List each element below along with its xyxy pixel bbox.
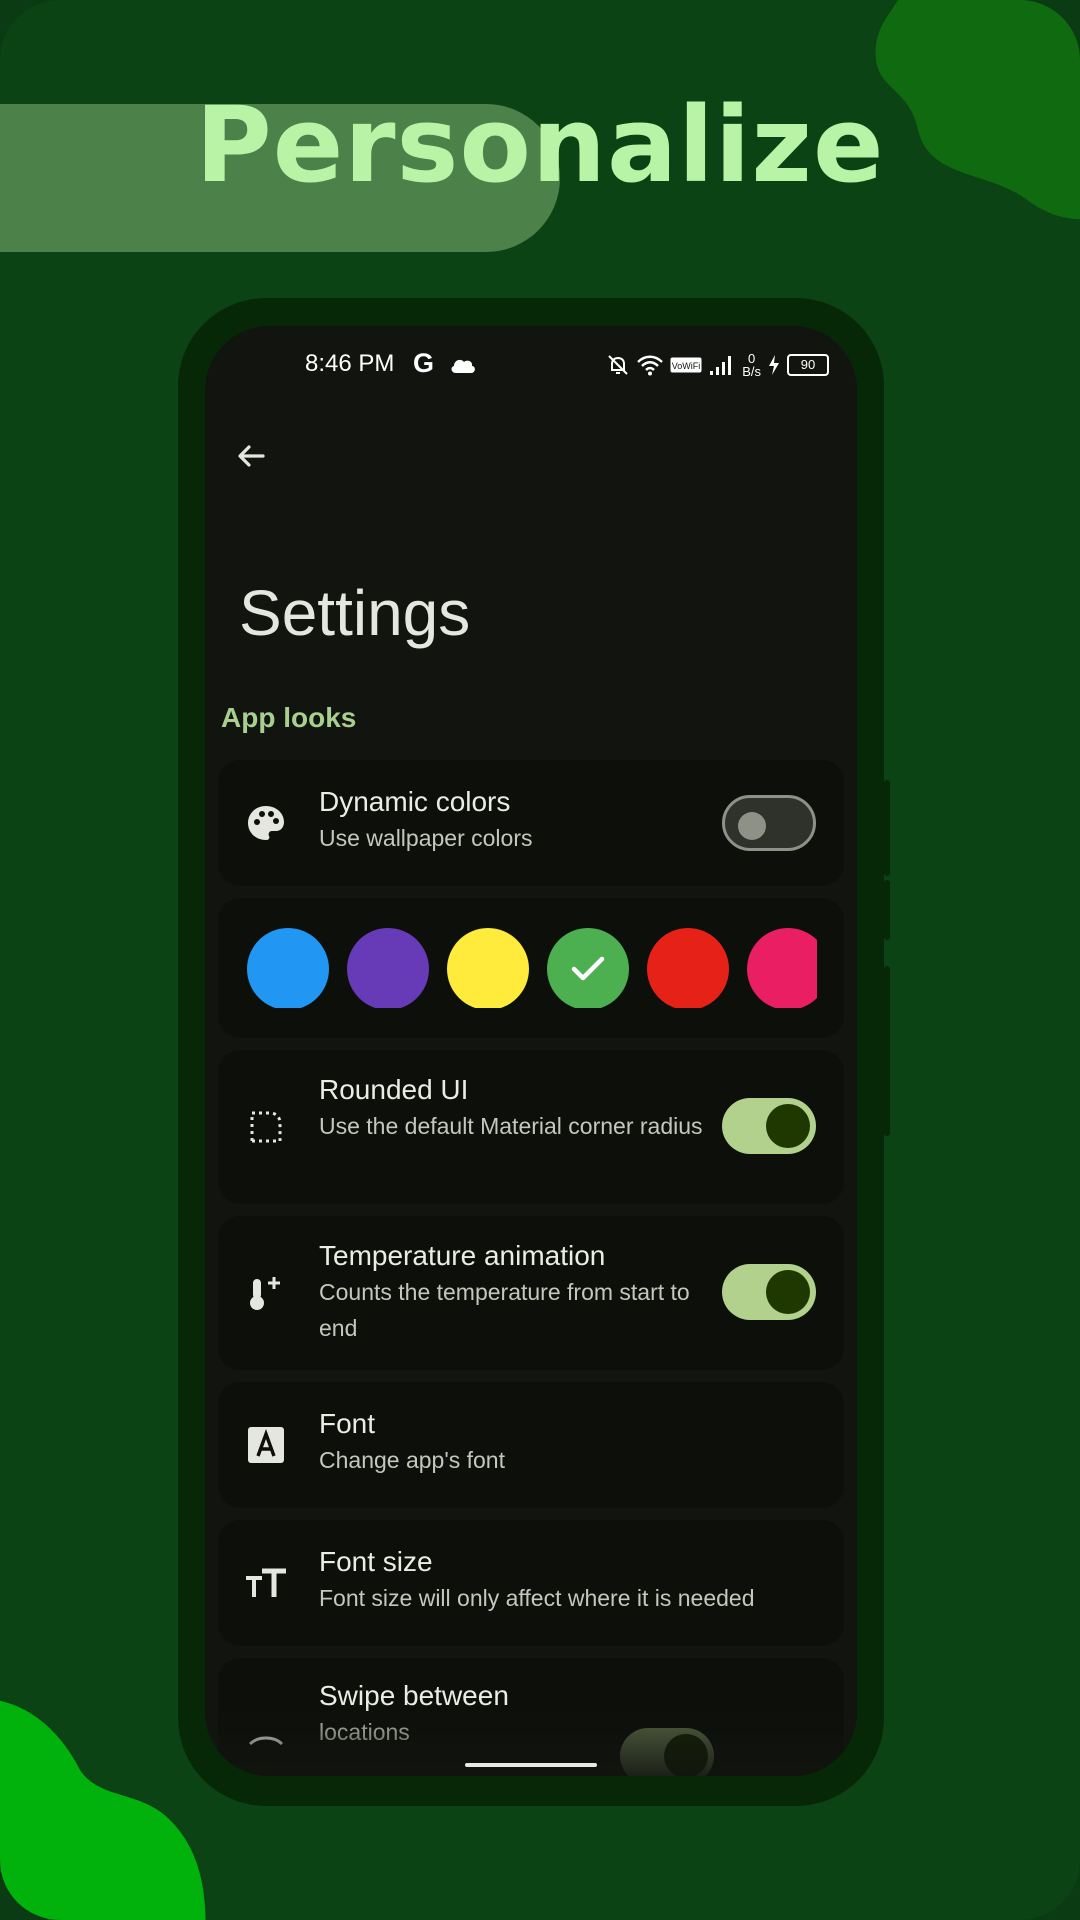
setting-subtitle: Use the default Material corner radius	[319, 1113, 703, 1139]
setting-subtitle: Counts the temperature from start to end	[319, 1279, 690, 1341]
color-swatch-yellow[interactable]	[447, 928, 529, 1008]
phone-side-button	[884, 880, 890, 940]
setting-text: Rounded UI Use the default Material corn…	[319, 1072, 714, 1144]
bell-off-icon	[608, 355, 628, 375]
setting-text: Temperature animation Counts the tempera…	[319, 1238, 714, 1346]
headline: Personalize	[195, 84, 885, 206]
setting-title: Temperature animation	[319, 1240, 606, 1271]
color-swatch-pink[interactable]	[747, 928, 817, 1008]
promo-canvas: Personalize 8:46 PM G VoWiFi 0 B/s 90 Se…	[0, 0, 1080, 1920]
setting-title: Dynamic colors	[319, 786, 511, 817]
rounded-corner-icon	[244, 1105, 288, 1149]
status-icons: VoWiFi 0 B/s 90	[606, 352, 829, 378]
phone-screen: 8:46 PM G VoWiFi 0 B/s 90 Settings App l…	[205, 326, 857, 1776]
page-title: Settings	[239, 577, 471, 649]
rounded-ui-toggle[interactable]	[722, 1098, 816, 1154]
signal-icon	[710, 356, 732, 375]
charging-icon	[769, 355, 779, 375]
volte-icon: VoWiFi	[670, 357, 702, 373]
net-speed-unit: B/s	[742, 364, 761, 379]
gesture-home-bar[interactable]	[465, 1763, 597, 1767]
volte-label: VoWiFi	[672, 361, 701, 371]
setting-subtitle: Use wallpaper colors	[319, 825, 533, 851]
setting-text: Font size Font size will only affect whe…	[319, 1544, 824, 1616]
toggle-knob	[766, 1270, 810, 1314]
color-swatch-picker	[218, 898, 844, 1038]
palette-icon	[244, 801, 288, 845]
color-swatch-blue[interactable]	[247, 928, 329, 1008]
swatch-row	[247, 928, 817, 1008]
setting-rounded-ui[interactable]: Rounded UI Use the default Material corn…	[218, 1050, 844, 1204]
wifi-icon	[637, 355, 664, 376]
cloud-icon	[451, 359, 475, 373]
setting-font[interactable]: Font Change app's font	[218, 1382, 844, 1508]
battery-indicator: 90	[787, 354, 829, 376]
setting-title: Font	[319, 1408, 376, 1439]
color-swatch-red[interactable]	[647, 928, 729, 1008]
phone-side-button	[884, 966, 890, 1136]
font-size-icon	[244, 1561, 288, 1605]
thermometer-plus-icon	[244, 1271, 288, 1315]
color-swatch-purple[interactable]	[347, 928, 429, 1008]
setting-temperature-animation[interactable]: Temperature animation Counts the tempera…	[218, 1216, 844, 1370]
back-arrow-icon[interactable]	[231, 436, 271, 476]
dynamic-colors-toggle[interactable]	[722, 795, 816, 851]
font-icon	[244, 1423, 288, 1467]
section-header-app-looks: App looks	[221, 702, 357, 733]
check-icon	[571, 956, 605, 981]
net-speed: 0 B/s	[742, 352, 761, 378]
color-swatch-green[interactable]	[547, 928, 629, 1008]
setting-dynamic-colors[interactable]: Dynamic colors Use wallpaper colors	[218, 760, 844, 886]
setting-subtitle: Font size will only affect where it is n…	[319, 1585, 755, 1611]
toggle-knob	[738, 812, 766, 840]
status-bar: 8:46 PM G VoWiFi 0 B/s 90	[205, 346, 857, 386]
setting-title: Font size	[319, 1546, 433, 1577]
setting-text: Font Change app's font	[319, 1406, 714, 1478]
google-icon: G	[413, 348, 435, 378]
toggle-knob	[766, 1104, 810, 1148]
status-time: 8:46 PM	[305, 350, 395, 377]
setting-text: Dynamic colors Use wallpaper colors	[319, 784, 714, 856]
setting-font-size[interactable]: Font size Font size will only affect whe…	[218, 1520, 844, 1646]
temperature-animation-toggle[interactable]	[722, 1264, 816, 1320]
setting-title: Rounded UI	[319, 1074, 469, 1105]
phone-side-button	[884, 780, 890, 876]
setting-subtitle: Change app's font	[319, 1447, 505, 1473]
